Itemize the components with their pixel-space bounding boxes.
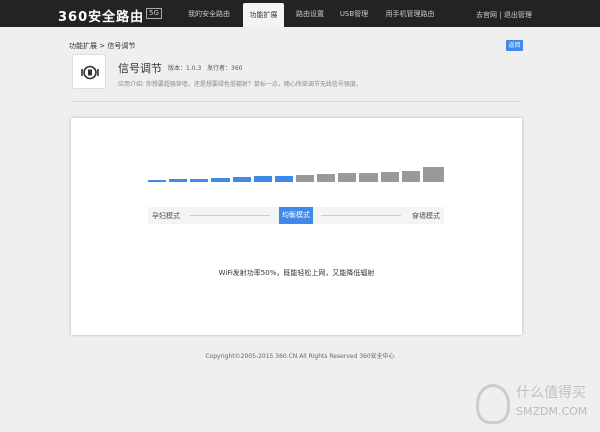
signal-segment[interactable] xyxy=(232,177,251,182)
signal-segment[interactable] xyxy=(190,178,209,182)
nav-my-router[interactable]: 我的安全路由 xyxy=(184,0,234,27)
signal-segment[interactable] xyxy=(148,180,167,182)
app-meta: 版本：1.0.3 发行者：360 xyxy=(168,63,242,72)
signal-strength-bars[interactable] xyxy=(148,166,444,182)
watermark-url: SMZDM.COM xyxy=(516,405,588,418)
nav-mobile[interactable]: 用手机管理路由 xyxy=(382,0,438,27)
nav-usb[interactable]: USB管理 xyxy=(336,0,372,27)
app-version: 版本：1.0.3 xyxy=(168,65,202,72)
official-site-link[interactable]: 去官网 xyxy=(476,11,497,19)
watermark-logo-icon xyxy=(476,384,510,424)
signal-segment[interactable] xyxy=(211,177,230,182)
signal-segment[interactable] xyxy=(422,167,444,182)
mode-slider[interactable]: 孕妇模式 均衡模式 穿墙模式 xyxy=(148,207,444,224)
power-info: WiFi发射功率50%，既能轻松上网，又能降低辐射 xyxy=(218,269,375,277)
slider-knob-balanced[interactable]: 均衡模式 xyxy=(279,207,313,224)
watermark-text: 什么值得买 xyxy=(516,385,586,401)
signal-segment[interactable] xyxy=(401,171,420,182)
signal-segment[interactable] xyxy=(274,175,293,182)
nav-extensions[interactable]: 功能扩展 xyxy=(243,3,284,27)
signal-segment[interactable] xyxy=(296,174,315,182)
signal-adjust-icon xyxy=(72,54,106,89)
5g-badge: 5G xyxy=(146,8,162,19)
back-button[interactable]: 返回 xyxy=(506,40,523,51)
slider-track xyxy=(190,215,270,216)
nav-router-settings[interactable]: 路由设置 xyxy=(292,0,328,27)
app-publisher: 发行者：360 xyxy=(207,65,243,72)
app-description: 应用介绍: 你想要超强穿墙，还是想要绿色低辐射？鼠标一点，随心所欲调节无线信号强… xyxy=(118,81,362,88)
logo: 360安全路由 xyxy=(58,10,145,25)
signal-segment[interactable] xyxy=(359,172,378,182)
separator: | xyxy=(499,11,502,19)
signal-panel: 孕妇模式 均衡模式 穿墙模式 WiFi发射功率50%，既能轻松上网，又能降低辐射 xyxy=(71,118,522,335)
app-title: 信号调节 xyxy=(118,62,162,75)
breadcrumb: 功能扩展 > 信号调节 xyxy=(69,42,136,50)
top-links: 去官网 | 退出管理 xyxy=(476,10,532,20)
top-bar: 360安全路由 5G 我的安全路由 功能扩展 路由设置 USB管理 用手机管理路… xyxy=(0,0,600,27)
signal-segment[interactable] xyxy=(169,179,188,182)
divider xyxy=(72,101,521,102)
signal-segment[interactable] xyxy=(253,176,272,182)
mode-wall-penetrating[interactable]: 穿墙模式 xyxy=(412,211,440,221)
footer-copyright: Copyright©2005-2015 360.CN All Rights Re… xyxy=(205,353,395,360)
signal-segment[interactable] xyxy=(338,173,357,182)
signal-segment[interactable] xyxy=(317,174,336,182)
logout-link[interactable]: 退出管理 xyxy=(504,11,532,19)
signal-segment[interactable] xyxy=(380,171,399,182)
slider-track xyxy=(321,215,401,216)
mode-pregnant[interactable]: 孕妇模式 xyxy=(152,211,180,221)
